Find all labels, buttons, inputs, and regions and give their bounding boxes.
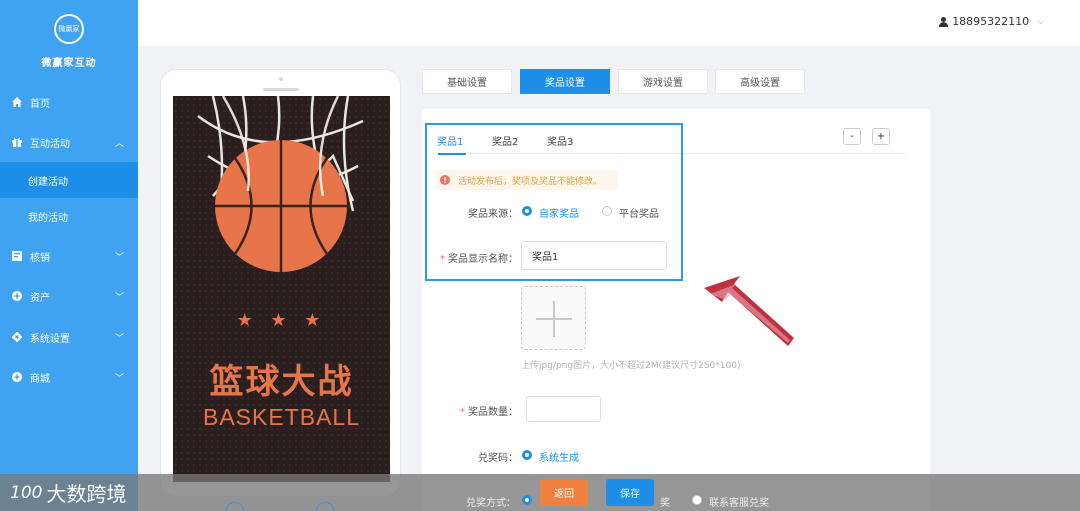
sidebar: 微赢家 微赢家互动 首页 互动活动 ︿ 创建活动 我的活动 核销 ﹀ 资产 ﹀ … [0, 0, 138, 511]
game-poster: ★ ★ ★ 篮球大战 BASKETBALL [173, 96, 390, 482]
radio-redeem-method-2[interactable] [692, 495, 702, 505]
prize-quantity-label: * 奖品数量： [460, 407, 518, 418]
tab-game-settings[interactable]: 游戏设置 [618, 69, 708, 94]
shop-icon [12, 372, 22, 382]
chevron-down-icon: ﹀ [114, 293, 124, 303]
radio-system-generated-label[interactable]: 系统生成 [539, 449, 579, 464]
brand-logo-text: 微赢家 [58, 25, 80, 33]
sidebar-item-interactive[interactable]: 互动活动 ︿ [0, 124, 138, 160]
phone-speaker [263, 88, 299, 91]
phone-preview: ★ ★ ★ 篮球大战 BASKETBALL [160, 69, 401, 497]
sidebar-item-mall[interactable]: 商城 ﹀ [0, 359, 138, 395]
remove-prize-button[interactable]: - [843, 128, 861, 145]
watermark-text: 大数跨境 [46, 482, 127, 506]
radio-redeem-method-1[interactable] [522, 495, 532, 505]
chevron-down-icon: ﹀ [114, 374, 124, 384]
sidebar-item-assets[interactable]: 资产 ﹀ [0, 278, 138, 314]
back-button[interactable]: 返回 [540, 479, 588, 506]
highlight-box [425, 123, 683, 281]
ticket-icon [12, 251, 22, 261]
poster-stars: ★ ★ ★ [236, 310, 327, 331]
brand-name: 微赢家互动 [41, 58, 97, 69]
sidebar-subitem-create-activity[interactable]: 创建活动 [0, 162, 138, 198]
user-phone: 18895322110 [952, 15, 1030, 28]
upload-hint: 上传jpg/png图片，大小不超过2M(建议尺寸250*100) [521, 361, 741, 371]
tab-prize-settings[interactable]: 奖品设置 [520, 69, 610, 94]
user-menu[interactable]: 18895322110 ⌵ [939, 15, 1044, 28]
redeem-code-label: 兑奖码： [478, 453, 518, 464]
image-upload-button[interactable] [521, 286, 586, 350]
prize-quantity-input[interactable] [526, 396, 601, 422]
sidebar-item-label: 首页 [30, 98, 50, 110]
brand-logo: 微赢家 微赢家互动 [0, 14, 138, 69]
brand-logo-icon: 微赢家 [54, 14, 84, 44]
sidebar-item-label: 商城 [30, 373, 50, 385]
sidebar-item-home[interactable]: 首页 [0, 84, 138, 120]
plus-circle-icon [12, 291, 22, 301]
chevron-up-icon: ︿ [114, 139, 124, 149]
red-arrow-icon [704, 276, 794, 346]
chevron-down-icon: ﹀ [114, 253, 124, 263]
gift-icon [12, 138, 22, 147]
user-icon [939, 16, 949, 27]
sidebar-item-label: 系统设置 [30, 333, 70, 345]
sidebar-item-verify[interactable]: 核销 ﹀ [0, 238, 138, 274]
radio-system-generated[interactable] [522, 450, 532, 460]
sidebar-subitem-label: 我的活动 [28, 212, 68, 224]
watermark-logo: 100 [10, 482, 43, 503]
sidebar-item-label: 资产 [30, 292, 50, 304]
poster-subtitle: BASKETBALL [202, 404, 361, 430]
phone-camera [279, 77, 283, 81]
top-bar: 18895322110 ⌵ [138, 0, 1080, 46]
sidebar-item-label: 互动活动 [30, 138, 70, 150]
redeem-method-1-label-partial: 奖 [660, 498, 670, 509]
save-button[interactable]: 保存 [606, 479, 654, 506]
tab-basic-settings[interactable]: 基础设置 [422, 69, 512, 94]
sidebar-item-settings[interactable]: 系统设置 ﹀ [0, 319, 138, 355]
sidebar-subitem-label: 创建活动 [28, 176, 68, 188]
tab-advanced-settings[interactable]: 高级设置 [715, 69, 805, 94]
redeem-method-label: 兑奖方式： [466, 498, 516, 509]
add-prize-button[interactable]: + [872, 128, 890, 145]
watermark: 100 大数跨境 [10, 478, 126, 507]
gear-icon [12, 332, 22, 342]
poster-title: 篮球大战 [209, 362, 354, 402]
chevron-down-icon: ﹀ [114, 334, 124, 344]
sidebar-item-label: 核销 [30, 252, 50, 264]
sidebar-subitem-my-activities[interactable]: 我的活动 [0, 198, 138, 234]
home-icon [12, 97, 22, 107]
redeem-method-2-label[interactable]: 联系客服兑奖 [709, 494, 769, 509]
chevron-down-icon: ⌵ [1037, 16, 1044, 27]
